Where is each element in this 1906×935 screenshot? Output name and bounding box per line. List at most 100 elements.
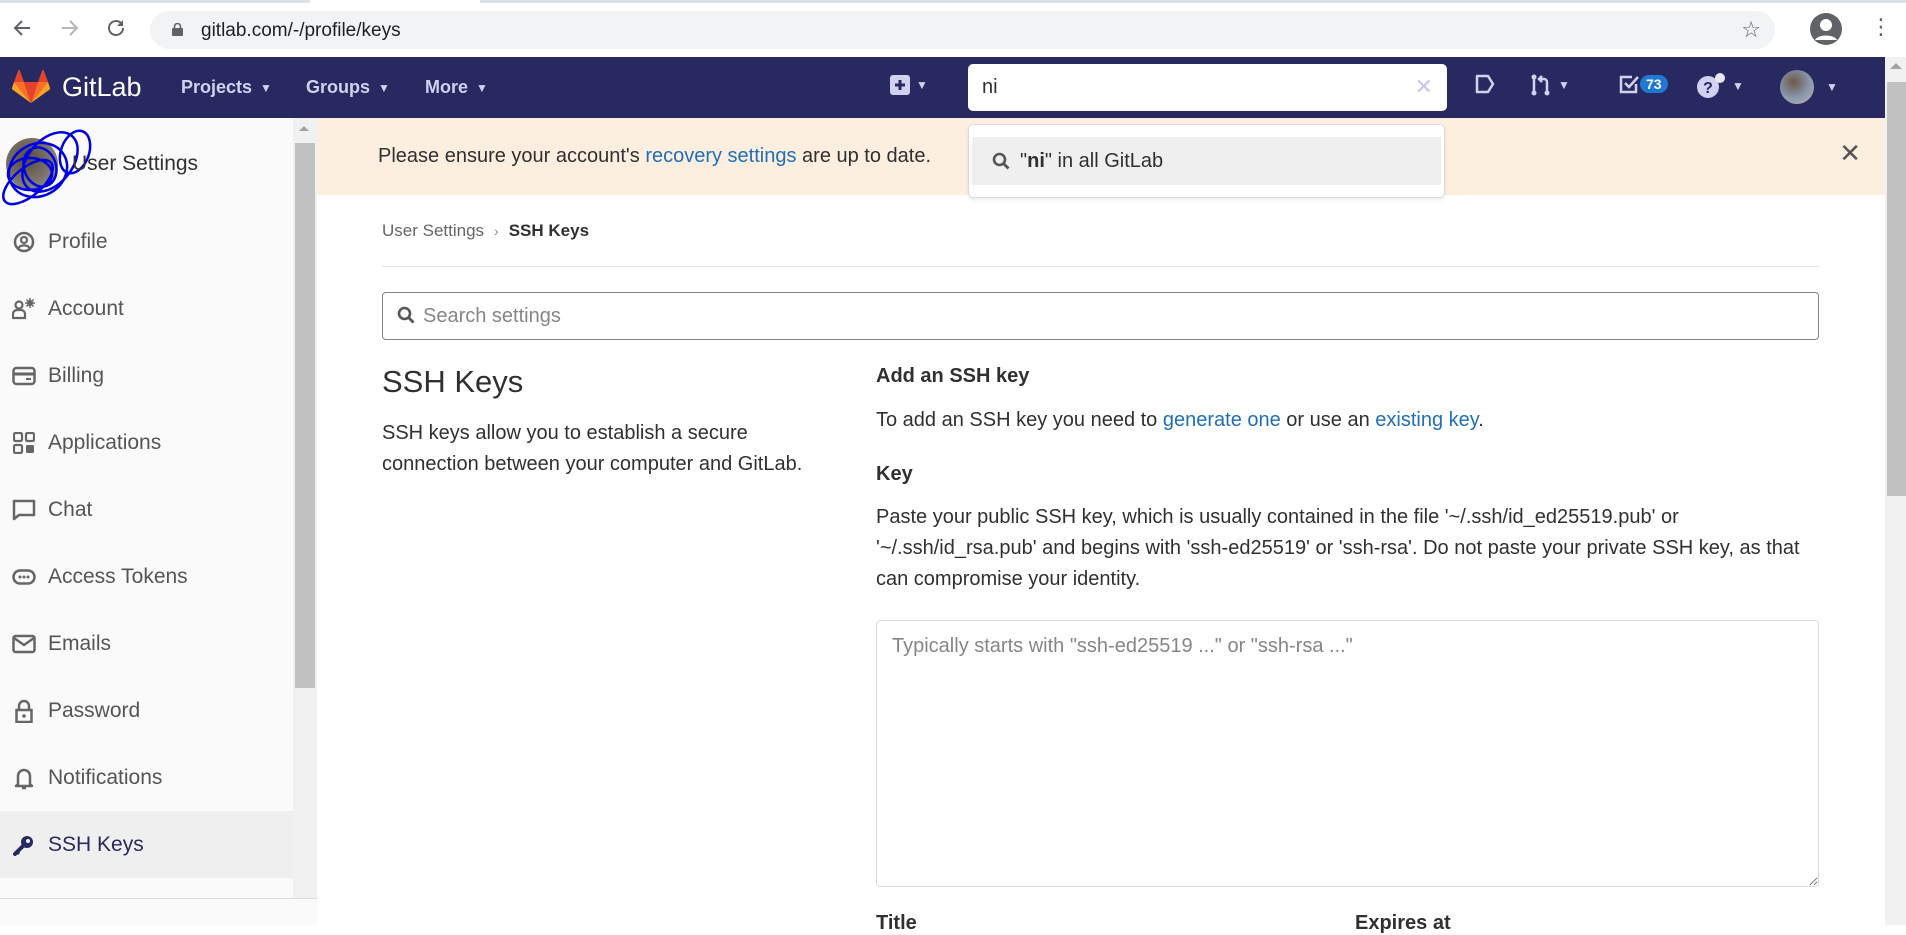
user-menu-dropdown[interactable]: ▼ [1780, 70, 1838, 104]
search-icon [397, 306, 415, 324]
more-vert-icon: ⋮ [1870, 14, 1892, 39]
arrow-left-icon [13, 20, 30, 36]
close-banner-icon[interactable]: ✕ [1839, 138, 1861, 169]
sidebar-item-account[interactable]: Account [0, 275, 293, 342]
sidebar-item-notifications[interactable]: Notifications [0, 744, 293, 811]
sidebar-header[interactable]: User Settings [0, 118, 293, 206]
section-description: SSH keys allow you to establish a secure… [382, 422, 803, 475]
search-icon [992, 152, 1010, 170]
sidebar-item-chat[interactable]: Chat [0, 476, 293, 543]
url-text: gitlab.com/-/profile/keys [201, 20, 401, 41]
sidebar-scrollbar[interactable] [293, 118, 317, 898]
more-menu-label: More [425, 77, 469, 97]
sidebar-scrollbar-thumb[interactable] [295, 143, 315, 688]
key-icon [12, 833, 36, 857]
sidebar-item-emails[interactable]: Emails [0, 610, 293, 677]
scroll-up-arrow-icon[interactable] [1890, 63, 1902, 69]
generate-one-link[interactable]: generate one [1163, 409, 1281, 431]
profile-icon [12, 230, 36, 254]
bookmark-star-icon[interactable]: ☆ [1741, 17, 1761, 43]
settings-sidebar: User Settings Profile Account Billing Ap… [0, 118, 317, 925]
sidebar-item-label: Chat [48, 497, 93, 521]
new-dropdown[interactable]: ▼ [890, 75, 928, 95]
sidebar-item-access-tokens[interactable]: Access Tokens [0, 543, 293, 610]
sidebar-item-label: Applications [48, 430, 162, 454]
sidebar-item-label: Emails [48, 631, 112, 655]
active-tab[interactable] [310, 0, 480, 3]
browser-menu-button[interactable]: ⋮ [1870, 15, 1892, 39]
sidebar-footer [0, 898, 317, 925]
help-icon: ? [1697, 73, 1725, 98]
sidebar-item-billing[interactable]: Billing [0, 342, 293, 409]
clear-search-icon[interactable]: ✕ [1415, 74, 1433, 100]
key-help-text: Paste your public SSH key, which is usua… [876, 506, 1800, 590]
projects-menu[interactable]: Projects ▼ [181, 77, 272, 98]
user-avatar [1780, 70, 1814, 104]
breadcrumb: User Settings › SSH Keys [382, 221, 589, 241]
sidebar-item-password[interactable]: Password [0, 677, 293, 744]
chevron-right-icon: › [494, 223, 499, 239]
global-search[interactable]: ✕ [968, 64, 1447, 111]
more-menu[interactable]: More ▼ [425, 77, 488, 98]
section-title: SSH Keys [382, 364, 524, 399]
sidebar-item-applications[interactable]: Applications [0, 409, 293, 476]
key-textarea[interactable] [876, 620, 1819, 887]
todos-button[interactable]: 73 [1618, 73, 1668, 95]
scroll-up-arrow-icon[interactable] [299, 126, 309, 131]
help-dropdown[interactable]: ? ▼ [1696, 73, 1744, 99]
search-all-gitlab-option[interactable]: "ni" in all GitLab [972, 137, 1441, 185]
projects-menu-label: Projects [181, 77, 253, 97]
page-scrollbar[interactable] [1885, 57, 1906, 925]
merge-request-icon [1531, 74, 1550, 96]
sidebar-title: User Settings [72, 152, 199, 175]
gitlab-tanuki-icon [11, 69, 51, 103]
tab-strip [0, 0, 1906, 3]
chevron-down-icon: ▼ [1558, 78, 1570, 92]
applications-icon [12, 431, 36, 455]
search-option-text: "ni" in all GitLab [1020, 149, 1164, 172]
existing-key-link[interactable]: existing key [1375, 409, 1478, 431]
token-icon [12, 565, 36, 589]
mail-icon [12, 632, 36, 656]
sidebar-item-ssh-keys[interactable]: SSH Keys [0, 811, 293, 878]
billing-icon [12, 364, 36, 388]
search-settings-field[interactable] [382, 292, 1819, 340]
browser-profile-button[interactable] [1810, 13, 1842, 45]
sidebar-item-label: Account [48, 296, 124, 320]
sidebar-item-label: Profile [48, 229, 108, 253]
page-scrollbar-thumb[interactable] [1887, 82, 1906, 496]
sidebar-item-profile[interactable]: Profile [0, 208, 293, 275]
sidebar-item-label: Password [48, 698, 141, 722]
issues-icon [1475, 74, 1495, 94]
lock-icon [12, 699, 36, 723]
forward-button[interactable] [56, 14, 84, 42]
chevron-down-icon: ▼ [378, 80, 390, 95]
search-settings-input[interactable] [423, 302, 1803, 330]
global-search-input[interactable] [982, 72, 1382, 102]
banner-message: Please ensure your account's recovery se… [378, 145, 932, 167]
brand-name[interactable]: GitLab [62, 72, 142, 103]
issues-button[interactable] [1474, 73, 1496, 95]
arrow-right-icon [62, 20, 79, 36]
groups-menu[interactable]: Groups ▼ [306, 77, 390, 98]
chevron-down-icon: ▼ [260, 80, 272, 95]
gitlab-logo[interactable] [11, 69, 51, 109]
top-navbar: GitLab Projects ▼ Groups ▼ More ▼ ▼ ✕ ▼ … [0, 57, 1885, 118]
svg-text:?: ? [1703, 80, 1713, 97]
todo-checkbox-icon [1619, 75, 1639, 94]
chevron-down-icon: ▼ [1826, 80, 1838, 94]
back-button[interactable] [8, 14, 36, 42]
account-icon [12, 297, 36, 321]
key-label: Key [876, 463, 913, 485]
lock-icon [172, 23, 183, 36]
groups-menu-label: Groups [306, 77, 371, 97]
breadcrumb-ssh-keys[interactable]: SSH Keys [509, 221, 589, 241]
browser-chrome: gitlab.com/-/profile/keys ☆ ⋮ [0, 0, 1906, 57]
breadcrumb-divider [382, 266, 1819, 267]
reload-button[interactable] [102, 14, 130, 42]
breadcrumb-user-settings[interactable]: User Settings [382, 221, 484, 241]
merge-requests-dropdown[interactable]: ▼ [1530, 73, 1570, 97]
address-bar[interactable]: gitlab.com/-/profile/keys ☆ [150, 11, 1775, 49]
sidebar-item-label: Access Tokens [48, 564, 188, 588]
recovery-settings-link[interactable]: recovery settings [645, 145, 796, 167]
